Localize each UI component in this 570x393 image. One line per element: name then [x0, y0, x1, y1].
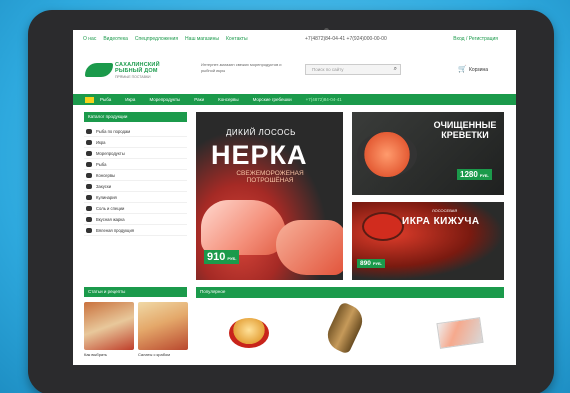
price-badge: 890 РУБ. — [357, 259, 385, 268]
top-nav-shops[interactable]: Наш магазины — [185, 36, 219, 42]
recipe-caption[interactable]: Салаты с крабом — [138, 352, 170, 357]
search-input[interactable]: Поиск по сайту ⌕ — [305, 64, 401, 75]
nav-canned[interactable]: Консервы — [218, 97, 239, 102]
salmon-image — [201, 200, 286, 255]
shrimp-icon — [86, 150, 92, 156]
category-item[interactable]: Рыба по породам — [84, 126, 187, 137]
login-link[interactable]: Вход / Регистрация — [453, 36, 498, 42]
nav-scallops[interactable]: Морские гребешки — [253, 97, 292, 102]
pan-icon — [86, 216, 92, 222]
category-item[interactable]: Рыба — [84, 159, 187, 170]
nav-seafood[interactable]: Морепродукты — [149, 97, 180, 102]
phone-numbers[interactable]: +7(4872)84-04-41 +7(924)000-00-00 — [305, 36, 387, 42]
category-item[interactable]: Вяленая продукция — [84, 225, 187, 236]
product-image[interactable] — [436, 317, 484, 349]
cart-label[interactable]: Корзина — [469, 67, 488, 73]
catalog-title: Каталог продукции — [84, 112, 187, 122]
recipe-image[interactable] — [84, 302, 134, 350]
price-badge: 1280 РУБ. — [457, 169, 492, 180]
recipe-image[interactable] — [138, 302, 188, 350]
banner-nerka[interactable]: ДИКИЙ ЛОСОСЬ НЕРКА СВЕЖЕМОРОЖЕНАЯ ПОТРОШ… — [196, 112, 343, 280]
category-item[interactable]: Закуски — [84, 181, 187, 192]
can-icon — [86, 172, 92, 178]
caviar-image — [364, 214, 402, 239]
recipes-title: Статьи и рецепты — [84, 287, 187, 297]
banner-subtitle: ЛОСОСЕВАЯ — [432, 208, 458, 213]
chef-icon — [86, 194, 92, 200]
fish-logo-icon — [85, 63, 113, 77]
tagline: Интернет-магазин свежих морепродуктов и … — [201, 62, 282, 73]
banner-title: НЕРКА — [211, 140, 308, 170]
top-bar: О нас Видеотека Спецпредложения Наш мага… — [73, 36, 516, 46]
category-item[interactable]: Морепродукты — [84, 148, 187, 159]
search-placeholder: Поиск по сайту — [312, 67, 344, 72]
nav-crayfish[interactable]: Раки — [194, 97, 204, 102]
cart-icon[interactable]: 🛒 — [458, 65, 467, 73]
banner-description: СВЕЖЕМОРОЖЕНАЯ ПОТРОШЁНАЯ — [236, 170, 304, 184]
search-icon[interactable]: ⌕ — [394, 66, 397, 73]
category-item[interactable]: Кулинария — [84, 192, 187, 203]
shrimp-image — [357, 132, 417, 177]
recipe-caption[interactable]: Как выбрать — [84, 352, 107, 357]
nav-fish[interactable]: Рыба — [100, 97, 111, 102]
website-screen: О нас Видеотека Спецпредложения Наш мага… — [73, 30, 516, 365]
price-badge: 910 РУБ. — [204, 250, 240, 264]
top-nav-video[interactable]: Видеотека — [103, 36, 128, 42]
top-nav-about[interactable]: О нас — [83, 36, 96, 42]
logo-line3: ПРЯМЫЕ ПОСТАВКИ — [115, 75, 151, 79]
fish-icon — [86, 161, 92, 167]
product-image[interactable] — [322, 301, 368, 355]
banner-shrimp[interactable]: ОЧИЩЕННЫЕ КРЕВЕТКИ 1280 РУБ. — [352, 112, 504, 195]
dried-fish-icon — [86, 227, 92, 233]
logo-line2: РЫБНЫЙ ДОМ — [115, 68, 158, 74]
product-image[interactable] — [229, 318, 269, 348]
category-item[interactable]: Вкусная жарка — [84, 214, 187, 225]
nav-caviar[interactable]: Икра — [125, 97, 135, 102]
top-nav-specials[interactable]: Спецпредложения — [135, 36, 178, 42]
banner-title: ОЧИЩЕННЫЕ КРЕВЕТКИ — [433, 120, 497, 140]
site-logo[interactable]: САХАЛИНСКИЙ РЫБНЫЙ ДОМ ПРЯМЫЕ ПОСТАВКИ — [85, 60, 180, 82]
home-icon[interactable] — [85, 96, 94, 103]
top-nav-contacts[interactable]: Контакты — [226, 36, 248, 42]
salt-icon — [86, 205, 92, 211]
banner-caviar[interactable]: ЛОСОСЕВАЯ ИКРА КИЖУЧА 890 РУБ. — [352, 202, 504, 280]
popular-title: Популярное — [196, 287, 504, 298]
salmon-image — [276, 220, 343, 275]
banner-subtitle: ДИКИЙ ЛОСОСЬ — [226, 128, 296, 137]
nav-phone[interactable]: +7(4872)84-04-41 — [306, 97, 342, 102]
top-nav: О нас Видеотека Спецпредложения Наш мага… — [83, 36, 248, 42]
caviar-icon — [86, 139, 92, 145]
category-item[interactable]: Икра — [84, 137, 187, 148]
category-item[interactable]: Консервы — [84, 170, 187, 181]
fish-icon — [86, 128, 92, 134]
category-item[interactable]: Соль и специи — [84, 203, 187, 214]
snack-icon — [86, 183, 92, 189]
banner-title: ИКРА КИЖУЧА — [402, 216, 480, 227]
category-list: Рыба по породам Икра Морепродукты Рыба К… — [84, 126, 187, 236]
main-nav: Рыба Икра Морепродукты Раки Консервы Мор… — [73, 94, 516, 105]
